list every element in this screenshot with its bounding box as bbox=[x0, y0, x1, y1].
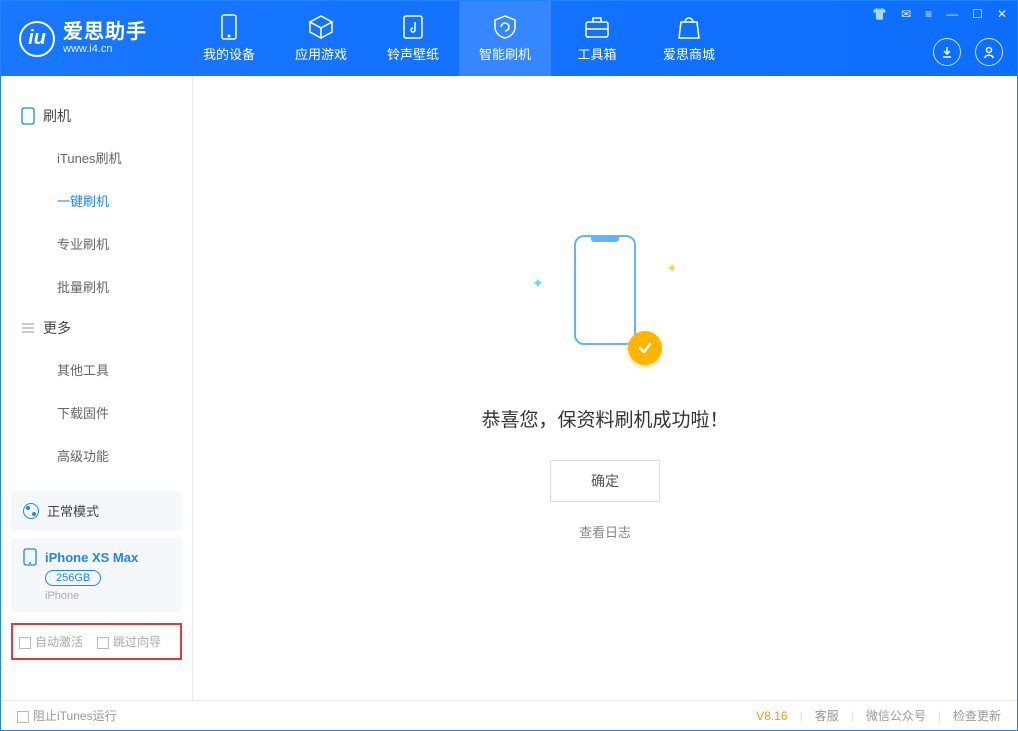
sidebar-item-itunes-flash[interactable]: iTunes刷机 bbox=[1, 136, 192, 179]
device-panel: 正常模式 iPhone XS Max 256GB iPhone bbox=[11, 491, 182, 612]
shield-sync-icon bbox=[492, 14, 518, 40]
menu-icon[interactable]: ≡ bbox=[925, 7, 932, 21]
wechat-link[interactable]: 微信公众号 bbox=[866, 707, 926, 724]
sidebar-group-flash: 刷机 bbox=[1, 96, 192, 136]
separator: | bbox=[938, 709, 941, 723]
sparkle-icon: ✦ bbox=[666, 260, 678, 277]
check-update-link[interactable]: 检查更新 bbox=[953, 707, 1001, 724]
cb-label: 跳过向导 bbox=[113, 635, 161, 649]
sidebar-item-download-firmware[interactable]: 下载固件 bbox=[1, 391, 192, 434]
version-label: V8.16 bbox=[756, 709, 787, 723]
tab-toolbox[interactable]: 工具箱 bbox=[551, 1, 643, 76]
briefcase-icon bbox=[584, 14, 610, 40]
checkbox-block-itunes[interactable]: 阻止iTunes运行 bbox=[17, 707, 117, 724]
logo-icon: iu bbox=[19, 21, 55, 57]
skin-icon[interactable]: 👕 bbox=[872, 7, 887, 21]
separator: | bbox=[851, 709, 854, 723]
sidebar-item-batch-flash[interactable]: 批量刷机 bbox=[1, 265, 192, 308]
ok-button[interactable]: 确定 bbox=[550, 460, 660, 502]
app-logo: iu 爱思助手 www.i4.cn bbox=[1, 21, 165, 57]
bag-icon bbox=[676, 14, 702, 40]
cube-icon bbox=[308, 14, 334, 40]
tab-label: 铃声壁纸 bbox=[387, 44, 439, 63]
mode-label: 正常模式 bbox=[47, 501, 99, 520]
separator: | bbox=[800, 709, 803, 723]
footer: 阻止iTunes运行 V8.16 | 客服 | 微信公众号 | 检查更新 bbox=[1, 700, 1017, 730]
flash-options-highlight: 自动激活 跳过向导 bbox=[11, 623, 182, 660]
sidebar-item-pro-flash[interactable]: 专业刷机 bbox=[1, 222, 192, 265]
sparkle-icon: ✦ bbox=[532, 275, 544, 292]
tab-apps[interactable]: 应用游戏 bbox=[275, 1, 367, 76]
tab-store[interactable]: 爱思商城 bbox=[643, 1, 735, 76]
minimize-icon[interactable]: — bbox=[946, 7, 958, 21]
storage-badge: 256GB bbox=[45, 570, 101, 586]
view-log-link[interactable]: 查看日志 bbox=[579, 522, 631, 541]
sidebar-item-oneclick-flash[interactable]: 一键刷机 bbox=[1, 179, 192, 222]
main-content: ✦ ✦ 恭喜您，保资料刷机成功啦！ 确定 查看日志 bbox=[193, 76, 1017, 700]
device-type: iPhone bbox=[45, 590, 170, 602]
app-title: 爱思助手 bbox=[63, 21, 147, 43]
list-icon bbox=[21, 321, 35, 335]
header: iu 爱思助手 www.i4.cn 我的设备 应用游戏 铃声壁纸 智能刷机 工具… bbox=[1, 1, 1017, 76]
feedback-icon[interactable]: ✉ bbox=[901, 7, 911, 21]
sidebar-item-other-tools[interactable]: 其他工具 bbox=[1, 348, 192, 391]
tab-label: 爱思商城 bbox=[663, 44, 715, 63]
device-info[interactable]: iPhone XS Max 256GB iPhone bbox=[11, 538, 182, 612]
cb-label: 阻止iTunes运行 bbox=[33, 709, 117, 723]
success-illustration: ✦ ✦ bbox=[530, 235, 680, 375]
phone-outline-icon bbox=[574, 235, 636, 345]
app-subtitle: www.i4.cn bbox=[63, 43, 147, 55]
tab-smart-flash[interactable]: 智能刷机 bbox=[459, 1, 551, 76]
music-file-icon bbox=[400, 14, 426, 40]
account-button[interactable] bbox=[975, 38, 1003, 66]
close-icon[interactable]: ✕ bbox=[997, 7, 1007, 21]
sidebar: 刷机 iTunes刷机 一键刷机 专业刷机 批量刷机 更多 其他工具 下载固件 … bbox=[1, 76, 193, 700]
tab-label: 应用游戏 bbox=[295, 44, 347, 63]
checkbox-auto-activate[interactable]: 自动激活 bbox=[19, 633, 83, 650]
device-icon bbox=[216, 14, 242, 40]
sidebar-group-more: 更多 bbox=[1, 308, 192, 348]
support-link[interactable]: 客服 bbox=[815, 707, 839, 724]
download-icon bbox=[940, 45, 954, 59]
tab-label: 工具箱 bbox=[577, 44, 616, 63]
tab-label: 我的设备 bbox=[203, 44, 255, 63]
phone-icon bbox=[23, 548, 37, 566]
device-mode[interactable]: 正常模式 bbox=[11, 491, 182, 530]
cb-label: 自动激活 bbox=[35, 635, 83, 649]
phone-icon bbox=[21, 107, 35, 125]
sidebar-item-advanced[interactable]: 高级功能 bbox=[1, 434, 192, 477]
check-badge-icon bbox=[628, 331, 662, 365]
group-label: 刷机 bbox=[43, 106, 71, 126]
download-button[interactable] bbox=[933, 38, 961, 66]
tab-my-device[interactable]: 我的设备 bbox=[183, 1, 275, 76]
success-message: 恭喜您，保资料刷机成功啦！ bbox=[481, 405, 728, 432]
device-name-label: iPhone XS Max bbox=[45, 550, 138, 565]
main-tabs: 我的设备 应用游戏 铃声壁纸 智能刷机 工具箱 爱思商城 bbox=[183, 1, 735, 76]
tab-ringtones[interactable]: 铃声壁纸 bbox=[367, 1, 459, 76]
checkbox-skip-guide[interactable]: 跳过向导 bbox=[97, 633, 161, 650]
group-label: 更多 bbox=[43, 318, 71, 338]
window-controls: 👕 ✉ ≡ — ☐ ✕ bbox=[872, 7, 1007, 21]
maximize-icon[interactable]: ☐ bbox=[972, 7, 983, 21]
tab-label: 智能刷机 bbox=[479, 44, 531, 63]
user-icon bbox=[982, 45, 996, 59]
mode-icon bbox=[23, 503, 39, 519]
